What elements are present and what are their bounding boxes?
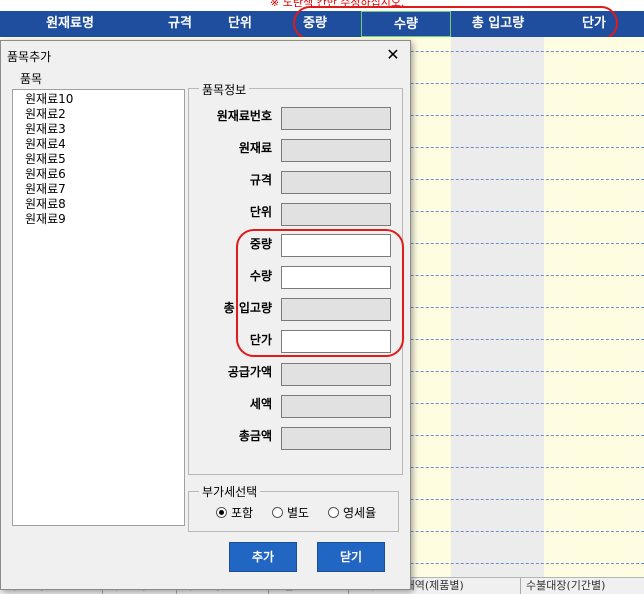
grand-total-field xyxy=(281,427,391,450)
field-label-code: 원재료번호 xyxy=(216,109,272,123)
field-label-grand-total: 총금액 xyxy=(238,429,272,443)
list-item[interactable]: 원재료3 xyxy=(13,122,184,137)
vat-radio-included[interactable]: 포함 xyxy=(216,505,253,521)
field-highlight-annotation xyxy=(236,229,404,357)
vat-radio-zero-rate[interactable]: 영세율 xyxy=(328,505,376,521)
list-item[interactable]: 원재료5 xyxy=(13,152,184,167)
field-label-unit: 단위 xyxy=(249,205,272,219)
vat-radio-label: 포함 xyxy=(231,506,254,520)
field-label-spec: 규격 xyxy=(249,173,272,187)
vat-radio-label: 별도 xyxy=(287,506,310,520)
field-label-material: 원재료 xyxy=(238,141,272,155)
tax-field xyxy=(281,395,391,418)
radio-unchecked-icon xyxy=(328,507,339,518)
header-spec[interactable]: 규격 xyxy=(140,11,220,37)
vat-radio-separate[interactable]: 별도 xyxy=(272,505,309,521)
field-label-tax: 세액 xyxy=(249,397,272,411)
code-field xyxy=(281,107,391,130)
supply-amount-field xyxy=(281,363,391,386)
list-item[interactable]: 원재료8 xyxy=(13,197,184,212)
item-info-group-label: 품목정보 xyxy=(199,81,250,98)
list-item[interactable]: 원재료2 xyxy=(13,107,184,122)
spec-field xyxy=(281,171,391,194)
material-field xyxy=(281,139,391,162)
sheet-tab[interactable]: 수불대장(기간별) xyxy=(520,578,644,594)
list-item[interactable]: 원재료9 xyxy=(13,212,184,227)
header-unit[interactable]: 단위 xyxy=(210,11,270,37)
vat-radio-label: 영세율 xyxy=(343,506,377,520)
unit-field xyxy=(281,203,391,226)
add-button[interactable]: 추가 xyxy=(229,542,297,572)
header-material-name[interactable]: 원재료명 xyxy=(0,11,140,37)
list-item[interactable]: 원재료6 xyxy=(13,167,184,182)
field-label-supply-amount: 공급가액 xyxy=(227,365,272,379)
vat-group-label: 부가세선택 xyxy=(199,483,261,500)
close-icon[interactable]: ✕ xyxy=(382,45,404,65)
item-list-label: 품목 xyxy=(20,72,43,86)
dialog-title: 품목추가 xyxy=(7,50,52,64)
item-list[interactable]: 원재료10 원재료2 원재료3 원재료4 원재료5 원재료6 원재료7 원재료8… xyxy=(12,89,185,526)
radio-checked-icon xyxy=(216,507,227,518)
radio-unchecked-icon xyxy=(272,507,283,518)
list-item[interactable]: 원재료7 xyxy=(13,182,184,197)
header-highlight-annotation xyxy=(293,6,618,40)
list-item[interactable]: 원재료4 xyxy=(13,137,184,152)
list-item[interactable]: 원재료10 xyxy=(13,92,184,107)
close-button[interactable]: 닫기 xyxy=(317,542,385,572)
